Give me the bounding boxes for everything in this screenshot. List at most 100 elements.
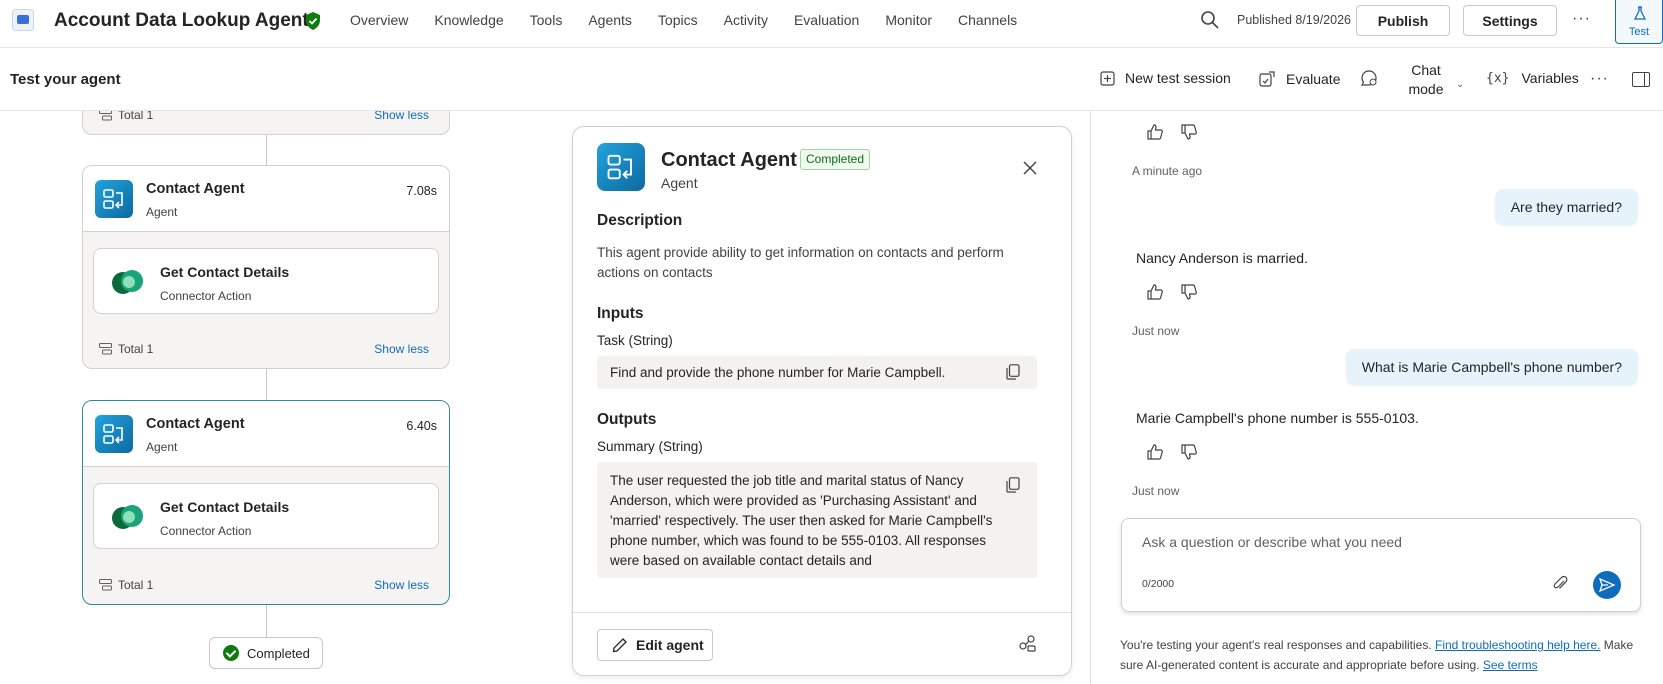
user-message: What is Marie Campbell's phone number? <box>1345 349 1638 385</box>
app-logo-icon[interactable] <box>12 9 34 31</box>
troubleshooting-link[interactable]: Find troubleshooting help here. <box>1435 638 1600 652</box>
input-value-box: Find and provide the phone number for Ma… <box>597 356 1037 389</box>
pencil-icon <box>612 638 627 653</box>
nav-topics[interactable]: Topics <box>658 12 698 28</box>
flow-card-contact-agent-1[interactable]: Contact Agent Agent 7.08s Get Contact De… <box>82 165 450 369</box>
action-title: Get Contact Details <box>160 264 290 280</box>
input-label: Task (String) <box>597 333 673 348</box>
chat-composer: 0/2000 <box>1121 518 1641 612</box>
chat-mode-dropdown[interactable]: Chat mode <box>1401 61 1451 99</box>
evaluate-button[interactable]: Evaluate <box>1258 70 1340 88</box>
publish-button[interactable]: Publish <box>1356 5 1450 36</box>
card-title: Contact Agent <box>146 181 245 197</box>
chat-mode-icon <box>1361 70 1377 86</box>
send-button[interactable] <box>1593 571 1621 599</box>
total-count: Total 1 <box>99 342 153 356</box>
test-toolbar: Test your agent New test session Evaluat… <box>0 49 1663 111</box>
flow-connector <box>266 369 267 400</box>
chevron-down-icon[interactable]: ⌄ <box>1456 79 1464 90</box>
new-test-session-button[interactable]: New test session <box>1100 70 1231 86</box>
connector-action-card[interactable]: Get Contact Details Connector Action <box>93 248 439 314</box>
add-square-icon <box>1100 70 1115 86</box>
message-timestamp: Just now <box>1132 324 1180 338</box>
test-panel-title: Test your agent <box>10 71 121 88</box>
nav-agents[interactable]: Agents <box>588 12 632 28</box>
action-subtitle: Connector Action <box>160 289 252 303</box>
nav-tools[interactable]: Tools <box>530 12 563 28</box>
description-heading: Description <box>597 212 683 229</box>
feedback-row <box>1146 283 1198 301</box>
copy-icon[interactable] <box>1006 477 1020 493</box>
thumbs-up-icon[interactable] <box>1146 283 1164 301</box>
nav-evaluation[interactable]: Evaluation <box>794 12 859 28</box>
agent-detail-panel: Contact Agent Completed Agent Descriptio… <box>572 126 1072 676</box>
connector-action-card[interactable]: Get Contact Details Connector Action <box>93 483 439 549</box>
show-less-link[interactable]: Show less <box>374 342 429 356</box>
total-count: Total 1 <box>99 578 153 592</box>
character-counter: 0/2000 <box>1142 578 1175 590</box>
output-value-box: The user requested the job title and mar… <box>597 462 1037 578</box>
thumbs-down-icon[interactable] <box>1180 123 1198 141</box>
inputs-heading: Inputs <box>597 305 644 322</box>
flow-connector <box>266 135 267 167</box>
flow-card-contact-agent-2[interactable]: Contact Agent Agent 6.40s Get Contact De… <box>82 400 450 605</box>
flask-icon <box>1634 6 1646 20</box>
copy-icon[interactable] <box>1006 364 1020 380</box>
flow-card-partial[interactable]: Total 1 Show less <box>82 111 450 135</box>
total-count: Total 1 <box>99 111 153 122</box>
search-icon[interactable] <box>1200 10 1220 30</box>
paperclip-icon[interactable] <box>1552 575 1568 593</box>
bot-message: Marie Campbell's phone number is 555-010… <box>1136 410 1419 426</box>
thumbs-down-icon[interactable] <box>1180 283 1198 301</box>
show-less-link[interactable]: Show less <box>374 111 429 122</box>
thumbs-down-icon[interactable] <box>1180 443 1198 461</box>
card-title: Contact Agent <box>146 416 245 432</box>
agent-icon <box>95 415 133 453</box>
detail-subtitle: Agent <box>661 175 698 191</box>
side-panel-icon[interactable] <box>1632 72 1650 87</box>
card-subtitle: Agent <box>146 440 178 454</box>
output-label: Summary (String) <box>597 439 703 454</box>
completed-status: Completed <box>209 637 323 669</box>
test-tab[interactable]: Test <box>1615 0 1663 44</box>
disclaimer-text: You're testing your agent's real respons… <box>1120 638 1634 672</box>
list-icon <box>99 343 112 355</box>
feedback-row <box>1146 443 1198 461</box>
card-duration: 6.40s <box>406 419 437 433</box>
nav-monitor[interactable]: Monitor <box>885 12 932 28</box>
thumbs-up-icon[interactable] <box>1146 123 1164 141</box>
flow-diagram-icon[interactable] <box>1019 635 1037 653</box>
show-less-link[interactable]: Show less <box>374 578 429 592</box>
evaluate-icon <box>1259 71 1275 87</box>
action-title: Get Contact Details <box>160 499 290 515</box>
description-text: This agent provide ability to get inform… <box>597 245 1004 280</box>
published-date: Published 8/19/2026 <box>1237 13 1351 27</box>
settings-button[interactable]: Settings <box>1463 5 1557 36</box>
detail-title: Contact Agent <box>661 149 797 171</box>
list-icon <box>99 111 112 121</box>
nav-knowledge[interactable]: Knowledge <box>434 12 503 28</box>
send-icon <box>1599 578 1615 592</box>
nav-channels[interactable]: Channels <box>958 12 1017 28</box>
nav-activity[interactable]: Activity <box>724 12 768 28</box>
agent-icon <box>597 143 645 191</box>
thumbs-up-icon[interactable] <box>1146 443 1164 461</box>
dataverse-icon <box>112 505 143 529</box>
message-timestamp: Just now <box>1132 484 1180 498</box>
variables-button[interactable]: {x} Variables <box>1486 70 1579 86</box>
card-duration: 7.08s <box>406 184 437 198</box>
card-subtitle: Agent <box>146 205 178 219</box>
toolbar-more-button[interactable]: ··· <box>1590 70 1609 88</box>
nav-overview[interactable]: Overview <box>350 12 408 28</box>
chat-panel: A minute ago Are they married? Nancy And… <box>1091 111 1663 684</box>
bot-message: Nancy Anderson is married. <box>1136 250 1308 266</box>
edit-agent-button[interactable]: Edit agent <box>597 629 713 661</box>
close-icon[interactable] <box>1022 160 1038 176</box>
more-options-button[interactable]: ··· <box>1572 10 1591 28</box>
outputs-heading: Outputs <box>597 411 657 428</box>
feedback-row <box>1146 123 1198 141</box>
main-nav: Overview Knowledge Tools Agents Topics A… <box>350 12 1043 28</box>
top-bar: Account Data Lookup Agent Overview Knowl… <box>0 0 1663 48</box>
see-terms-link[interactable]: See terms <box>1483 658 1538 672</box>
chat-input[interactable] <box>1142 530 1582 554</box>
